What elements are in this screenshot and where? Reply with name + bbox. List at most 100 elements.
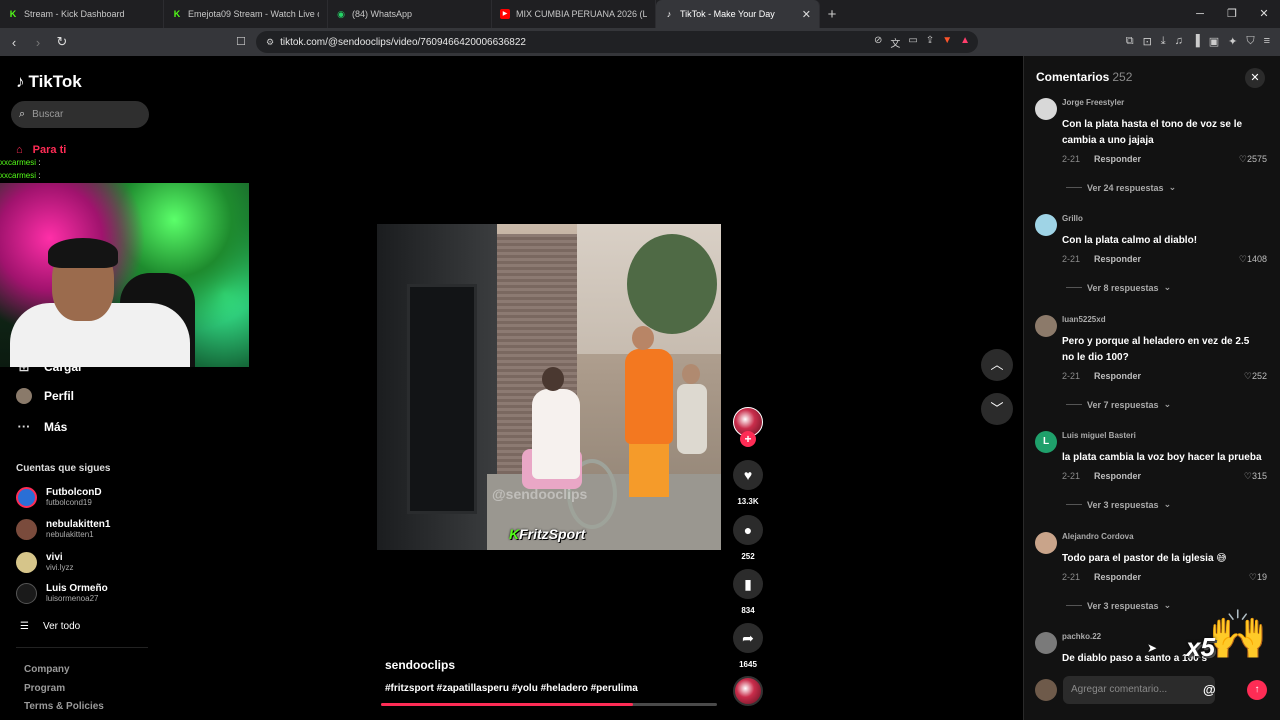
comment-like[interactable]: ♡19 — [1249, 572, 1267, 583]
avatar[interactable] — [1035, 632, 1057, 654]
site-info-icon[interactable]: ⚙ — [266, 37, 274, 48]
following-item[interactable]: FutbolconD futbolcond19 — [16, 487, 102, 508]
view-replies-button[interactable]: Ver 3 respuestas ⌄ — [1066, 499, 1171, 510]
previous-video-button[interactable]: ︿ — [981, 349, 1013, 381]
nav-para-ti[interactable]: ⌂ Para ti — [16, 144, 66, 156]
comment-action[interactable]: ● 252 — [732, 515, 764, 561]
no-track-icon[interactable]: ⊘ — [874, 35, 882, 50]
nav-mas[interactable]: ··· Más — [16, 419, 68, 434]
reply-button[interactable]: Responder — [1094, 572, 1141, 582]
share-icon[interactable]: ⇪ — [926, 35, 934, 50]
reply-button[interactable]: Responder — [1094, 471, 1141, 481]
download-icon[interactable]: ⤓ — [1161, 35, 1166, 48]
heart-icon[interactable]: ♥ — [733, 460, 763, 490]
view-replies-button[interactable]: Ver 7 respuestas ⌄ — [1066, 399, 1171, 410]
comment-user[interactable]: luan5225xd — [1062, 315, 1106, 324]
following-item[interactable]: Luis Ormeño luisormenoa27 — [16, 583, 108, 604]
bookmark-icon[interactable]: ☐ — [236, 35, 246, 48]
view-replies-button[interactable]: Ver 8 respuestas ⌄ — [1066, 282, 1171, 293]
save-action[interactable]: ▮ 834 — [732, 569, 764, 615]
avatar[interactable] — [1035, 98, 1057, 120]
following-item[interactable]: nebulakitten1 nebulakitten1 — [16, 519, 110, 540]
url-field[interactable]: ⚙ tiktok.com/@sendooclips/video/76094664… — [256, 31, 978, 53]
avatar[interactable] — [1035, 214, 1057, 236]
like-action[interactable]: ♥ 13.3K — [732, 460, 764, 506]
tiktok-logo[interactable]: ♪ TikTok — [16, 72, 82, 92]
bookmark-icon[interactable]: ▮ — [733, 569, 763, 599]
next-video-button[interactable]: ﹀ — [981, 393, 1013, 425]
nav-perfil[interactable]: Perfil — [16, 388, 74, 404]
footer-company[interactable]: Company — [24, 664, 70, 675]
send-comment-button[interactable]: ↑ — [1247, 680, 1267, 700]
comment-like[interactable]: ♡252 — [1244, 371, 1267, 382]
comment-like[interactable]: ♡2575 — [1239, 154, 1267, 165]
arrow-up-icon: ↑ — [1254, 684, 1260, 695]
extension-icon[interactable]: ⧉ — [1126, 35, 1134, 48]
video-progress-bar[interactable] — [381, 703, 717, 706]
video-door — [407, 284, 477, 514]
video-author[interactable]: sendooclips — [385, 658, 455, 672]
reply-button[interactable]: Responder — [1094, 154, 1141, 164]
comment-user[interactable]: Luis miguel Basteri — [1062, 431, 1136, 440]
avatar[interactable]: L — [1035, 431, 1057, 453]
video-hashtags[interactable]: #fritzsport #zapatillasperu #yolu #helad… — [385, 683, 638, 694]
translate-icon[interactable]: 文 — [890, 35, 900, 50]
tab-youtube[interactable]: ▶ MIX CUMBIA PERUANA 2026 (La Bell — [492, 0, 656, 28]
rewards-icon[interactable]: ▲ — [960, 35, 970, 50]
search-input[interactable]: ⌕ Buscar — [11, 101, 149, 128]
following-item[interactable]: vivi vivi.lyzz — [16, 552, 74, 573]
chat-msg: : — [36, 171, 41, 180]
footer-terms[interactable]: Terms & Policies — [24, 701, 104, 712]
tab-kick-stream[interactable]: K Emejota09 Stream - Watch Live on Ki — [164, 0, 328, 28]
brave-shield-icon[interactable]: ▼ — [942, 35, 952, 50]
ai-icon[interactable]: ✦ — [1228, 35, 1237, 48]
new-tab-icon[interactable]: + — [820, 6, 844, 23]
chevron-up-icon: ︿ — [990, 357, 1004, 372]
divider — [16, 647, 148, 648]
reload-icon[interactable]: ↻ — [52, 34, 72, 50]
comment-like[interactable]: ♡1408 — [1239, 254, 1267, 265]
music-icon[interactable]: ♫ — [1175, 35, 1183, 48]
ver-todo-link[interactable]: ☰ Ver todo — [20, 621, 80, 632]
follow-plus-icon[interactable]: + — [740, 431, 756, 447]
screen-icon[interactable]: ▭ — [908, 35, 917, 50]
search-icon: ⌕ — [19, 108, 26, 120]
mention-icon[interactable]: @ — [1203, 682, 1216, 697]
video-player[interactable]: @sendooclips KFritzSport — [377, 224, 721, 550]
close-comments-button[interactable]: ✕ — [1245, 68, 1265, 88]
address-bar-row: ‹ › ↻ ☐ ⚙ tiktok.com/@sendooclips/video/… — [0, 28, 1280, 56]
maximize-icon[interactable]: ❐ — [1216, 0, 1248, 28]
minimize-icon[interactable]: ─ — [1184, 0, 1216, 28]
view-replies-button[interactable]: Ver 24 respuestas ⌄ — [1066, 182, 1176, 193]
reply-button[interactable]: Responder — [1094, 254, 1141, 264]
music-disc-icon[interactable] — [733, 676, 763, 706]
vpn-icon[interactable]: ⛉ — [1246, 35, 1254, 48]
close-window-icon[interactable]: ✕ — [1248, 0, 1280, 28]
sidebar-toggle-icon[interactable]: ▐ — [1192, 35, 1200, 48]
footer-program[interactable]: Program — [24, 683, 65, 694]
view-replies-button[interactable]: Ver 3 respuestas ⌄ — [1066, 600, 1171, 611]
avatar[interactable] — [1035, 315, 1057, 337]
avatar[interactable] — [1035, 532, 1057, 554]
comment-like[interactable]: ♡315 — [1244, 471, 1267, 482]
window-controls: ─ ❐ ✕ — [1184, 0, 1280, 28]
share-action[interactable]: ➦ 1645 — [732, 623, 764, 669]
comment-user[interactable]: Alejandro Cordova — [1062, 532, 1134, 541]
wallet-icon[interactable]: ▣ — [1209, 35, 1219, 48]
back-icon[interactable]: ‹ — [4, 35, 24, 50]
comment-input[interactable]: Agregar comentario... — [1063, 676, 1215, 704]
comment-user[interactable]: Jorge Freestyler — [1062, 98, 1124, 107]
tab-tiktok[interactable]: ♪ TikTok - Make Your Day ✕ — [656, 0, 820, 28]
share-arrow-icon[interactable]: ➦ — [733, 623, 763, 653]
tab-kick-dashboard[interactable]: K Stream - Kick Dashboard — [0, 0, 164, 28]
tab-whatsapp[interactable]: ◉ (84) WhatsApp — [328, 0, 492, 28]
comment-user[interactable]: pachko.22 — [1062, 632, 1101, 641]
heart-outline-icon: ♡ — [1248, 572, 1257, 582]
close-tab-icon[interactable]: ✕ — [802, 8, 811, 21]
comment-icon[interactable]: ● — [733, 515, 763, 545]
screenshot-icon[interactable]: ⊡ — [1143, 35, 1152, 48]
forward-icon[interactable]: › — [28, 35, 48, 50]
comment-user[interactable]: Grillo — [1062, 214, 1083, 223]
menu-icon[interactable]: ≡ — [1264, 35, 1270, 48]
reply-button[interactable]: Responder — [1094, 371, 1141, 381]
